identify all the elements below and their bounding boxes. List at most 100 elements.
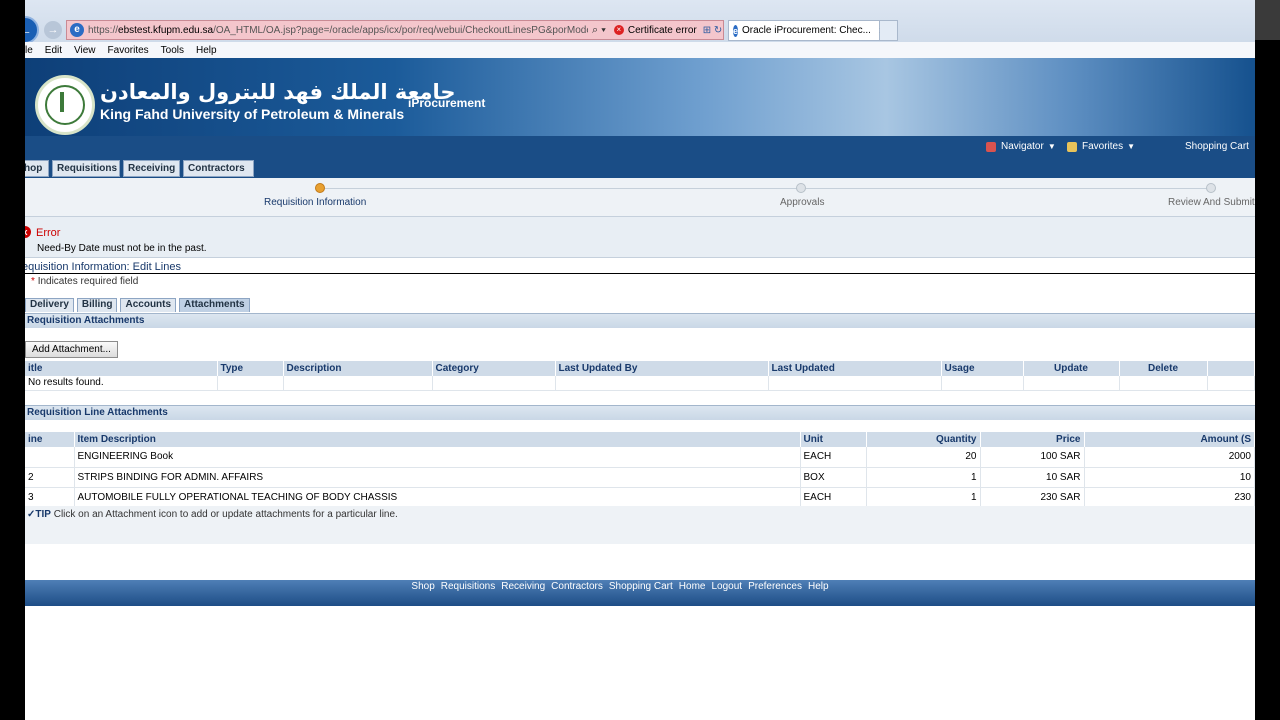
subtab-attachments[interactable]: Attachments [179, 298, 250, 312]
cell-description: ENGINEERING Book [74, 447, 801, 468]
address-bar[interactable]: e https://ebstest.kfupm.edu.sa/OA_HTML/O… [66, 20, 724, 40]
col-amount: Amount (S [1084, 432, 1255, 447]
col-last-updated-by[interactable]: Last Updated By [555, 361, 769, 376]
col-last-updated[interactable]: Last Updated [768, 361, 942, 376]
menu-help[interactable]: Help [196, 45, 217, 56]
menu-tools[interactable]: Tools [161, 45, 184, 56]
footer-link-requisitions[interactable]: Requisitions [441, 581, 495, 592]
cell-unit: EACH [800, 447, 867, 468]
col-item-description: Item Description [74, 432, 801, 447]
heading-divider [25, 273, 1255, 274]
favorites-link[interactable]: Favorites ▼ [1067, 141, 1135, 152]
col-update: Update [1023, 361, 1120, 376]
certificate-error[interactable]: × Certificate error [613, 25, 697, 36]
app-name: iProcurement [408, 96, 486, 110]
menu-favorites[interactable]: Favorites [108, 45, 149, 56]
menu-edit[interactable]: Edit [45, 45, 62, 56]
col-category[interactable]: Category [432, 361, 556, 376]
refresh-icon[interactable]: ⊞ ↻ [703, 25, 723, 36]
address-url: https://ebstest.kfupm.edu.sa/OA_HTML/OA.… [88, 24, 588, 36]
search-icon[interactable]: ⌕ ▾ [592, 24, 606, 37]
footer-link-help[interactable]: Help [808, 581, 829, 592]
col-quantity: Quantity [866, 432, 981, 447]
footer-link-receiving[interactable]: Receiving [501, 581, 545, 592]
add-attachment-button[interactable]: Add Attachment... [25, 341, 118, 358]
university-logo [35, 75, 95, 135]
cell-amount: 230 [1084, 487, 1255, 508]
shopping-cart-link[interactable]: Shopping Cart [1185, 141, 1249, 152]
tab-contractors[interactable]: Contractors [183, 160, 254, 177]
train-step-dot [1206, 183, 1216, 193]
navigator-label: Navigator [1001, 141, 1044, 152]
main-tabs: hop Requisitions Receiving Contractors [25, 160, 1255, 178]
process-train: Requisition Information Approvals Review… [25, 178, 1255, 216]
tab-ie-icon: e [733, 24, 739, 37]
cert-error-icon: × [613, 25, 624, 35]
footer-link-shopping-cart[interactable]: Shopping Cart [609, 581, 673, 592]
subtabs: Delivery Billing Accounts Attachments [25, 298, 253, 312]
subtab-accounts[interactable]: Accounts [120, 298, 177, 312]
app-banner: جامعة الملك فهد للبترول والمعادن King Fa… [25, 58, 1255, 136]
menu-view[interactable]: View [74, 45, 96, 56]
error-icon: x [25, 226, 31, 238]
forward-button[interactable]: → [44, 21, 62, 39]
train-step-requisition-information[interactable]: Requisition Information [264, 197, 366, 208]
cell-unit: EACH [800, 487, 867, 508]
error-message: Need-By Date must not be in the past. [37, 243, 207, 254]
cell-quantity: 1 [866, 487, 981, 508]
section-requisition-attachments: Requisition Attachments [25, 313, 1255, 328]
footer-link-preferences[interactable]: Preferences [748, 581, 802, 592]
train-step-review-submit: Review And Submit [1168, 197, 1255, 208]
footer-link-shop[interactable]: Shop [411, 581, 434, 592]
col-title[interactable]: itle [25, 361, 218, 376]
subtab-billing[interactable]: Billing [76, 298, 118, 312]
footer-link-contractors[interactable]: Contractors [551, 581, 603, 592]
col-delete: Delete [1119, 361, 1208, 376]
chevron-down-icon: ▼ [1127, 142, 1136, 151]
train-step-approvals: Approvals [780, 197, 825, 208]
university-arabic-name: جامعة الملك فهد للبترول والمعادن [100, 80, 456, 104]
tip-text: ✓TIP Click on an Attachment icon to add … [27, 509, 398, 520]
subtab-delivery[interactable]: Delivery [25, 298, 74, 312]
table-row: No results found. [25, 376, 1255, 391]
cell-quantity: 20 [866, 447, 981, 468]
home-icon [986, 141, 996, 152]
cell-line[interactable]: 3 [25, 487, 75, 508]
col-description[interactable]: Description [283, 361, 433, 376]
cell-unit: BOX [800, 467, 867, 488]
cell-amount: 2000 [1084, 447, 1255, 468]
back-button[interactable]: ← [25, 16, 39, 44]
navigator-link[interactable]: Navigator ▼ [986, 141, 1056, 152]
favorites-label: Favorites [1082, 141, 1124, 152]
tab-shop[interactable]: hop [25, 160, 49, 177]
cell-description: AUTOMOBILE FULLY OPERATIONAL TEACHING OF… [74, 487, 801, 508]
table-row: ENGINEERING Book EACH 20 100 SAR 2000 [25, 447, 1255, 468]
cell-price: 100 SAR [980, 447, 1085, 468]
new-tab-button[interactable] [880, 20, 898, 41]
browser-toolbar: ← → e https://ebstest.kfupm.edu.sa/OA_HT… [25, 0, 1255, 44]
right-screen-edge [1255, 0, 1280, 720]
menu-file[interactable]: le [25, 45, 33, 56]
cell-description: STRIPS BINDING FOR ADMIN. AFFAIRS [74, 467, 801, 488]
col-price: Price [980, 432, 1085, 447]
footer-links: Shop Requisitions Receiving Contractors … [25, 580, 1255, 606]
favorites-icon [1067, 141, 1077, 152]
col-usage[interactable]: Usage [941, 361, 1024, 376]
col-unit: Unit [800, 432, 867, 447]
section-line-attachments: Requisition Line Attachments [25, 405, 1255, 420]
col-type[interactable]: Type [217, 361, 284, 376]
attachments-table: itle Type Description Category Last Upda… [25, 361, 1255, 391]
cell-price: 10 SAR [980, 467, 1085, 488]
cell-line[interactable]: 2 [25, 467, 75, 488]
browser-tab[interactable]: e Oracle iProcurement: Chec... × [728, 20, 885, 41]
footer-link-logout[interactable]: Logout [711, 581, 742, 592]
footer-link-home[interactable]: Home [679, 581, 706, 592]
cell-line[interactable] [25, 447, 75, 468]
cell-price: 230 SAR [980, 487, 1085, 508]
page-title: equisition Information: Edit Lines [25, 261, 181, 273]
chevron-down-icon: ▼ [1047, 142, 1056, 151]
browser-viewport: ← → e https://ebstest.kfupm.edu.sa/OA_HT… [25, 0, 1255, 720]
tab-receiving[interactable]: Receiving [123, 160, 180, 177]
tab-requisitions[interactable]: Requisitions [52, 160, 120, 177]
table-row: 3 AUTOMOBILE FULLY OPERATIONAL TEACHING … [25, 487, 1255, 508]
